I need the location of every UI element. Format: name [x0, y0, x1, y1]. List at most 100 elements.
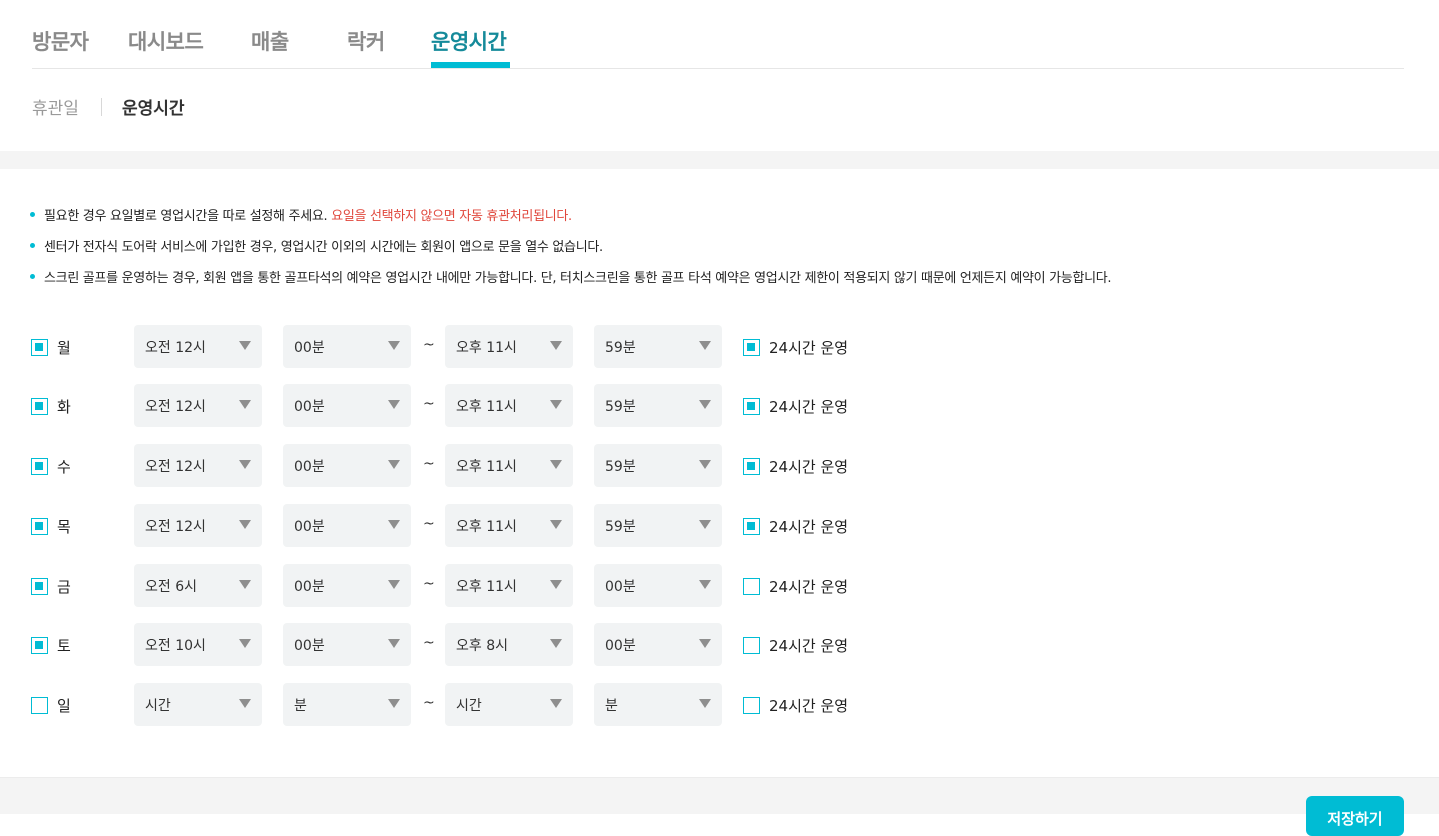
- h24-checkbox[interactable]: [743, 697, 760, 714]
- end-minute-select[interactable]: 59분: [594, 384, 722, 427]
- select-value: 오후 8시: [456, 638, 508, 654]
- caret-down-icon: [388, 341, 400, 350]
- start-minute-select[interactable]: 00분: [283, 384, 411, 427]
- end-hour-select[interactable]: 시간: [445, 683, 573, 726]
- h24-checkbox[interactable]: [743, 339, 760, 356]
- end-hour-select[interactable]: 오후 11시: [445, 325, 573, 368]
- caret-down-icon: [699, 460, 711, 469]
- caret-down-icon: [388, 520, 400, 529]
- caret-down-icon: [388, 699, 400, 708]
- start-minute-select[interactable]: 분: [283, 683, 411, 726]
- bullet-icon: [30, 274, 35, 279]
- caret-down-icon: [699, 400, 711, 409]
- select-value: 오전 10시: [145, 638, 206, 654]
- end-hour-select[interactable]: 오후 11시: [445, 564, 573, 607]
- day-checkbox[interactable]: [31, 578, 48, 595]
- select-value: 오전 12시: [145, 459, 206, 475]
- start-minute-select[interactable]: 00분: [283, 564, 411, 607]
- h24-label: 24시간 운영: [769, 697, 849, 715]
- select-value: 59분: [605, 459, 636, 475]
- day-label: 금: [57, 578, 71, 596]
- day-checkbox[interactable]: [31, 339, 48, 356]
- h24-checkbox[interactable]: [743, 637, 760, 654]
- notice-warning: 요일을 선택하지 않으면 자동 휴관처리됩니다.: [331, 209, 572, 224]
- tab-locker[interactable]: 락커: [347, 26, 385, 56]
- notice-item: 필요한 경우 요일별로 영업시간을 따로 설정해 주세요. 요일을 선택하지 않…: [30, 205, 572, 224]
- section-divider: [0, 151, 1439, 169]
- schedule-row: 화 오전 12시 00분 ~ 오후 11시 59분 24시간 운영: [30, 384, 1030, 428]
- tab-operating-hours[interactable]: 운영시간: [431, 26, 507, 56]
- subtab-divider: [101, 98, 102, 116]
- start-minute-select[interactable]: 00분: [283, 325, 411, 368]
- select-value: 00분: [294, 579, 325, 595]
- h24-label: 24시간 운영: [769, 398, 849, 416]
- end-minute-select[interactable]: 59분: [594, 504, 722, 547]
- tab-visitors[interactable]: 방문자: [32, 26, 89, 56]
- start-hour-select[interactable]: 오전 6시: [134, 564, 262, 607]
- h24-checkbox[interactable]: [743, 518, 760, 535]
- schedule-row: 목 오전 12시 00분 ~ 오후 11시 59분 24시간 운영: [30, 504, 1030, 548]
- h24-label: 24시간 운영: [769, 518, 849, 536]
- day-label: 토: [57, 637, 71, 655]
- select-value: 오전 12시: [145, 399, 206, 415]
- select-value: 00분: [605, 579, 636, 595]
- day-checkbox[interactable]: [31, 518, 48, 535]
- caret-down-icon: [550, 460, 562, 469]
- range-separator: ~: [423, 456, 435, 472]
- bullet-icon: [30, 212, 35, 217]
- notice-item: 스크린 골프를 운영하는 경우, 회원 앱을 통한 골프타석의 예약은 영업시간…: [30, 267, 1112, 286]
- day-checkbox[interactable]: [31, 637, 48, 654]
- end-minute-select[interactable]: 59분: [594, 444, 722, 487]
- end-hour-select[interactable]: 오후 11시: [445, 384, 573, 427]
- h24-label: 24시간 운영: [769, 578, 849, 596]
- save-button[interactable]: 저장하기: [1306, 796, 1404, 836]
- start-hour-select[interactable]: 오전 12시: [134, 504, 262, 547]
- start-hour-select[interactable]: 오전 12시: [134, 444, 262, 487]
- start-hour-select[interactable]: 시간: [134, 683, 262, 726]
- active-tab-indicator: [431, 62, 510, 68]
- h24-checkbox[interactable]: [743, 578, 760, 595]
- schedule-row: 월 오전 12시 00분 ~ 오후 11시 59분 24시간 운영: [30, 325, 1030, 369]
- end-hour-select[interactable]: 오후 11시: [445, 444, 573, 487]
- select-value: 분: [294, 698, 307, 714]
- start-hour-select[interactable]: 오전 12시: [134, 325, 262, 368]
- select-value: 00분: [605, 638, 636, 654]
- h24-checkbox[interactable]: [743, 458, 760, 475]
- select-value: 오후 11시: [456, 340, 517, 356]
- caret-down-icon: [550, 400, 562, 409]
- subtab-holidays[interactable]: 휴관일: [32, 94, 79, 119]
- subtab-operating-hours[interactable]: 운영시간: [122, 94, 185, 119]
- day-checkbox[interactable]: [31, 458, 48, 475]
- notice-text: 필요한 경우 요일별로 영업시간을 따로 설정해 주세요.: [44, 209, 332, 224]
- end-minute-select[interactable]: 00분: [594, 623, 722, 666]
- select-value: 00분: [294, 638, 325, 654]
- end-hour-select[interactable]: 오후 11시: [445, 504, 573, 547]
- caret-down-icon: [550, 520, 562, 529]
- caret-down-icon: [239, 699, 251, 708]
- start-minute-select[interactable]: 00분: [283, 444, 411, 487]
- end-hour-select[interactable]: 오후 8시: [445, 623, 573, 666]
- tab-dashboard[interactable]: 대시보드: [128, 26, 204, 56]
- caret-down-icon: [550, 341, 562, 350]
- start-hour-select[interactable]: 오전 12시: [134, 384, 262, 427]
- caret-down-icon: [388, 460, 400, 469]
- start-hour-select[interactable]: 오전 10시: [134, 623, 262, 666]
- select-value: 59분: [605, 399, 636, 415]
- day-label: 일: [57, 697, 71, 715]
- bullet-icon: [30, 243, 35, 248]
- day-label: 화: [57, 398, 71, 416]
- end-minute-select[interactable]: 분: [594, 683, 722, 726]
- day-checkbox[interactable]: [31, 398, 48, 415]
- select-value: 분: [605, 698, 618, 714]
- schedule-row: 일 시간 분 ~ 시간 분 24시간 운영: [30, 683, 1030, 727]
- start-minute-select[interactable]: 00분: [283, 623, 411, 666]
- end-minute-select[interactable]: 00분: [594, 564, 722, 607]
- tab-sales[interactable]: 매출: [251, 26, 289, 56]
- select-value: 오후 11시: [456, 459, 517, 475]
- day-checkbox[interactable]: [31, 697, 48, 714]
- schedule-row: 토 오전 10시 00분 ~ 오후 8시 00분 24시간 운영: [30, 623, 1030, 667]
- range-separator: ~: [423, 635, 435, 651]
- start-minute-select[interactable]: 00분: [283, 504, 411, 547]
- h24-checkbox[interactable]: [743, 398, 760, 415]
- end-minute-select[interactable]: 59분: [594, 325, 722, 368]
